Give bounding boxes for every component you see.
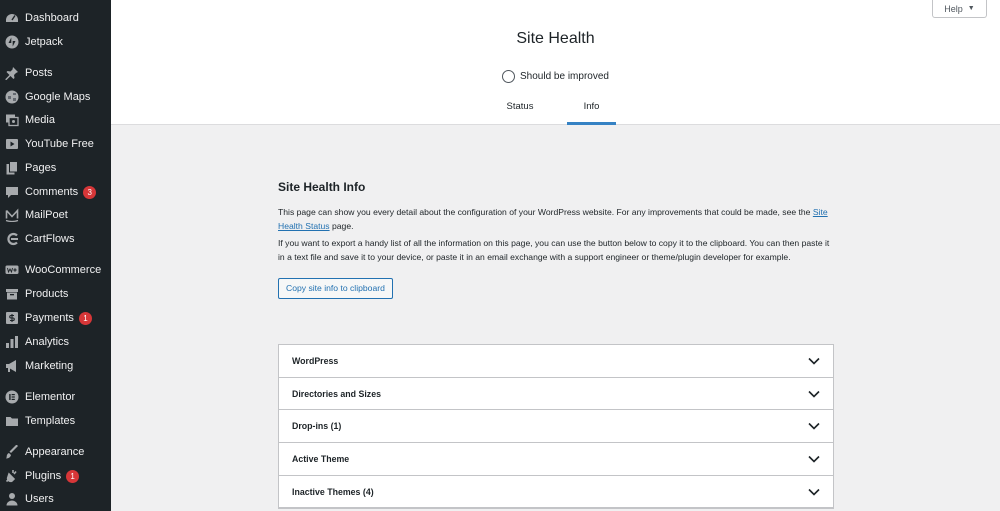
copy-site-info-button[interactable]: Copy site info to clipboard [278, 278, 393, 299]
tab-info-label: Info [583, 101, 600, 112]
intro-text-end: page. [329, 220, 354, 231]
sidebar-item-label: MailPoet [25, 209, 68, 221]
intro-text: This page can show you every detail abou… [278, 207, 813, 217]
sidebar-item-label: Google Maps [25, 91, 91, 103]
sidebar-item-comments[interactable]: Comments 3 [0, 181, 111, 203]
accordion-row-active-theme[interactable]: Active Theme [279, 443, 833, 476]
sidebar-item-label: Jetpack [25, 36, 63, 48]
status-circle-icon [502, 70, 516, 83]
sidebar-item-label: Appearance [25, 446, 85, 458]
sidebar-item-payments[interactable]: Payments 1 [0, 307, 111, 329]
sidebar-item-label: Payments [25, 312, 74, 324]
accordion-label: WordPress [292, 355, 339, 366]
export-paragraph: If you want to export a handy list of al… [278, 238, 830, 262]
sidebar-item-woocommerce[interactable]: WooCommerce [0, 259, 111, 281]
elementor-icon [5, 390, 19, 404]
media-icon [5, 113, 19, 127]
sidebar-item-label: Templates [25, 415, 76, 427]
chart-bar-icon [5, 335, 19, 349]
sidebar-item-label: Users [25, 493, 54, 505]
map-icon [5, 90, 19, 104]
user-icon [5, 492, 19, 506]
sidebar-item-label: Media [25, 114, 55, 126]
sidebar-item-appearance[interactable]: Appearance [0, 441, 111, 463]
caret-down-icon: ▼ [967, 5, 975, 12]
status-text: Should be improved [520, 71, 609, 82]
sidebar-item-posts[interactable]: Posts [0, 62, 111, 84]
folder-icon [5, 414, 19, 428]
sidebar-item-label: YouTube Free [25, 138, 94, 150]
site-health-info: Site Health Info This page can show you … [278, 180, 833, 299]
sidebar-item-google-maps[interactable]: Google Maps [0, 86, 111, 108]
sidebar-item-label: Dashboard [25, 12, 79, 24]
payments-count-badge: 1 [78, 311, 92, 325]
archive-icon [5, 287, 19, 301]
chevron-down-icon [808, 390, 820, 398]
accordion-row-wordpress[interactable]: WordPress [279, 345, 833, 378]
sidebar-item-label: CartFlows [25, 233, 75, 245]
help-button[interactable]: Help ▼ [932, 0, 987, 18]
page-icon [5, 161, 19, 175]
chevron-down-icon [808, 455, 820, 463]
section-title: Site Health Info [278, 180, 366, 194]
cartflows-icon [5, 232, 19, 246]
accordion-label: Active Theme [292, 453, 350, 464]
tab-status[interactable]: Status [500, 101, 540, 125]
comment-icon [5, 185, 19, 199]
accordion-row-inactive-themes[interactable]: Inactive Themes (4) [279, 476, 833, 509]
accordion-row-dropins[interactable]: Drop-ins (1) [279, 410, 833, 444]
sidebar-item-media[interactable]: Media [0, 109, 111, 131]
info-accordion: WordPress Directories and Sizes Drop-ins… [278, 344, 834, 510]
sidebar-item-label: Plugins [25, 470, 62, 482]
accordion-row-directories[interactable]: Directories and Sizes [279, 378, 833, 411]
money-icon [5, 311, 19, 325]
dashboard-icon [5, 11, 19, 25]
plug-icon [5, 469, 19, 483]
accordion-label: Drop-ins (1) [292, 421, 342, 432]
sidebar-item-label: Comments [25, 186, 79, 198]
accordion-label: Inactive Themes (4) [292, 486, 374, 497]
youtube-icon [5, 137, 19, 151]
admin-sidebar: Dashboard Jetpack Posts Google Maps Medi… [0, 0, 111, 511]
comments-count-badge: 3 [83, 185, 97, 199]
sidebar-item-marketing[interactable]: Marketing [0, 355, 111, 377]
tab-status-label: Status [506, 101, 534, 112]
chevron-down-icon [808, 422, 820, 430]
jetpack-icon [5, 35, 19, 49]
sidebar-item-label: Products [25, 288, 69, 300]
intro-paragraph: This page can show you every detail abou… [278, 206, 833, 233]
mailpoet-icon [5, 208, 19, 222]
sidebar-item-label: Marketing [25, 360, 74, 372]
tab-info[interactable]: Info [567, 101, 616, 125]
megaphone-icon [5, 359, 19, 373]
accordion-label: Directories and Sizes [292, 388, 381, 399]
sidebar-item-products[interactable]: Products [0, 283, 111, 305]
help-label: Help [944, 3, 963, 14]
sidebar-item-templates[interactable]: Templates [0, 410, 111, 432]
sidebar-item-cartflows[interactable]: CartFlows [0, 228, 111, 250]
sidebar-item-users[interactable]: Users [0, 488, 111, 510]
chevron-down-icon [808, 357, 820, 365]
sidebar-item-pages[interactable]: Pages [0, 157, 111, 179]
sidebar-item-dashboard[interactable]: Dashboard [0, 7, 111, 29]
chevron-down-icon [808, 488, 820, 496]
pin-icon [5, 66, 19, 80]
page-title: Site Health [516, 30, 595, 47]
site-health-header: Help ▼ Site Health Should be improved Sta… [111, 0, 1000, 125]
sidebar-item-label: Elementor [25, 391, 76, 403]
sidebar-item-plugins[interactable]: Plugins 1 [0, 465, 111, 487]
plugins-count-badge: 1 [66, 469, 80, 483]
sidebar-item-youtube-free[interactable]: YouTube Free [0, 133, 111, 155]
sidebar-item-label: WooCommerce [25, 264, 102, 276]
brush-icon [5, 445, 19, 459]
sidebar-item-elementor[interactable]: Elementor [0, 386, 111, 408]
woocommerce-icon [5, 263, 19, 277]
sidebar-item-analytics[interactable]: Analytics [0, 331, 111, 353]
sidebar-item-label: Posts [25, 67, 53, 79]
sidebar-item-jetpack[interactable]: Jetpack [0, 31, 111, 53]
sidebar-item-label: Analytics [25, 336, 70, 348]
sidebar-item-label: Pages [25, 162, 57, 174]
health-status: Should be improved [111, 70, 1000, 83]
sidebar-item-mailpoet[interactable]: MailPoet [0, 204, 111, 226]
